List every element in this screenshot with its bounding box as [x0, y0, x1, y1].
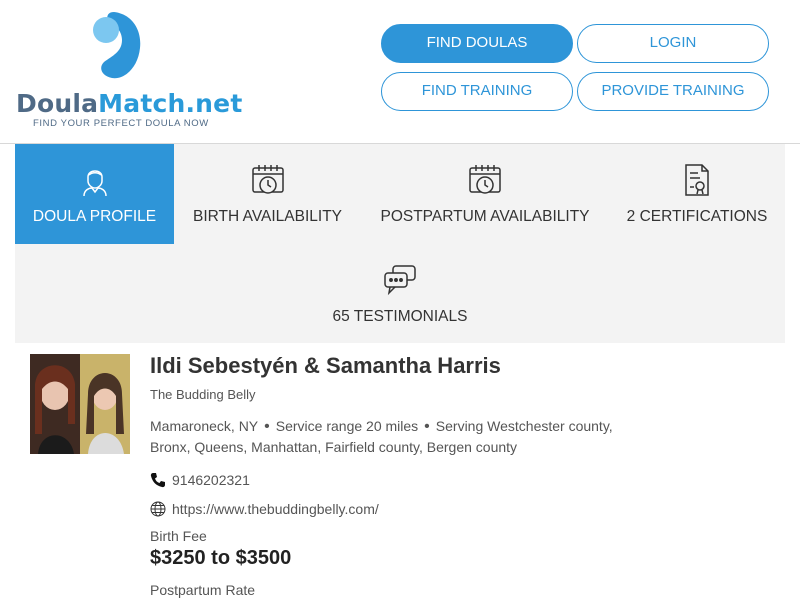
profile-photo	[30, 354, 130, 454]
tab-label: 2 CERTIFICATIONS	[626, 208, 768, 225]
logo-tagline: FIND YOUR PERFECT DOULA NOW	[33, 118, 209, 129]
tab-birth-availability[interactable]: BIRTH AVAILABILITY	[174, 144, 361, 244]
separator-dot: •	[264, 418, 270, 435]
tab-label: DOULA PROFILE	[32, 208, 157, 225]
logo-mark-icon	[93, 12, 141, 79]
calendar-clock-icon	[469, 165, 501, 194]
tab-label: BIRTH AVAILABILITY	[192, 208, 343, 225]
tab-label: POSTPARTUM AVAILABILITY	[380, 208, 590, 225]
website-link[interactable]: https://www.thebuddingbelly.com/	[172, 501, 379, 517]
tab-label: 65 TESTIMONIALS	[332, 308, 468, 325]
phone-icon	[150, 473, 165, 488]
birth-fee-label: Birth Fee	[150, 528, 207, 544]
site-header: DoulaMatch.net FIND YOUR PERFECT DOULA N…	[0, 0, 800, 144]
phone-number[interactable]: 9146202321	[172, 472, 250, 488]
phone-row[interactable]: 9146202321	[150, 472, 250, 488]
profile-tabs: DOULA PROFILE BIRTH AVAILABILITY POSTPAR…	[15, 144, 785, 343]
location-info: Mamaroneck, NY • Service range 20 miles • Se…	[150, 416, 620, 458]
tab-doula-profile[interactable]: DOULA PROFILE	[15, 144, 174, 244]
business-name: The Budding Belly	[150, 387, 256, 402]
doula-name: Ildi Sebestyén & Samantha Harris	[150, 353, 501, 378]
logo-wordmark: DoulaMatch.net	[16, 89, 243, 118]
find-doulas-button[interactable]: FIND DOULAS	[381, 24, 573, 63]
website-row[interactable]: https://www.thebuddingbelly.com/	[150, 501, 379, 517]
certificate-icon	[685, 164, 709, 196]
find-training-button[interactable]: FIND TRAINING	[381, 72, 573, 111]
login-button[interactable]: LOGIN	[577, 24, 769, 63]
provide-training-button[interactable]: PROVIDE TRAINING	[577, 72, 769, 111]
site-logo[interactable]: DoulaMatch.net FIND YOUR PERFECT DOULA N…	[16, 12, 242, 132]
tab-testimonials[interactable]: 65 TESTIMONIALS	[315, 244, 485, 344]
city-text: Mamaroneck, NY	[150, 418, 259, 434]
tab-postpartum-availability[interactable]: POSTPARTUM AVAILABILITY	[361, 144, 609, 244]
birth-fee-value: $3250 to $3500	[150, 547, 292, 569]
tab-certifications[interactable]: 2 CERTIFICATIONS	[609, 144, 785, 244]
doula-person-icon	[82, 170, 107, 197]
separator-dot: •	[424, 418, 430, 435]
calendar-clock-icon	[251, 165, 284, 194]
globe-icon	[150, 501, 166, 517]
postpartum-rate-label: Postpartum Rate	[150, 582, 256, 598]
chat-bubbles-icon	[384, 265, 416, 296]
service-range-text: Service range 20 miles	[275, 418, 419, 434]
